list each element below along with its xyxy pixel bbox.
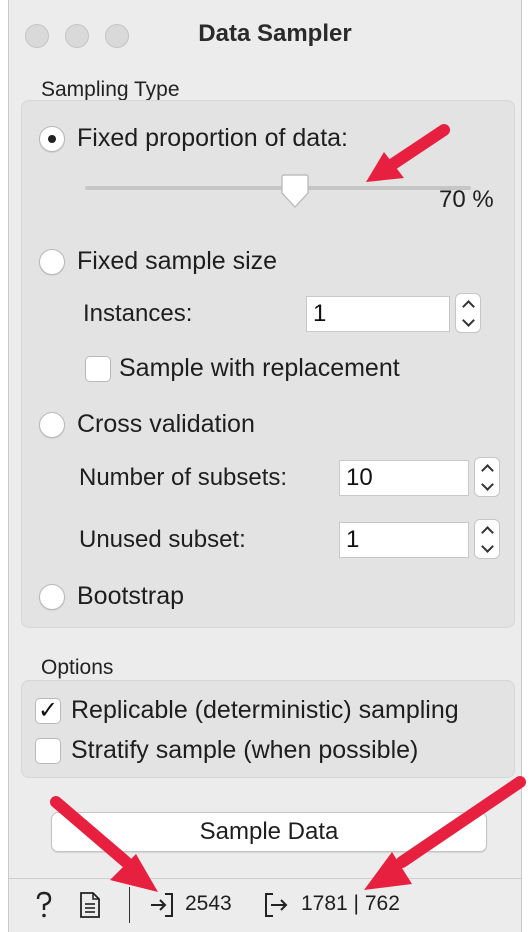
- stratify-checkbox[interactable]: [35, 738, 61, 764]
- number-of-subsets-input[interactable]: [339, 460, 469, 496]
- sample-with-replacement-label: Sample with replacement: [119, 354, 400, 382]
- window-title: Data Sampler: [198, 20, 352, 47]
- bootstrap-label: Bootstrap: [77, 582, 185, 610]
- replicable-checkbox[interactable]: ✓: [35, 698, 61, 724]
- input-data-icon: [151, 893, 173, 917]
- output-count: 1781 | 762: [301, 892, 400, 915]
- chevron-up-icon[interactable]: [475, 458, 499, 477]
- proportion-slider-thumb[interactable]: [280, 174, 310, 208]
- chevron-up-icon[interactable]: [475, 520, 499, 539]
- options-label: Options: [41, 656, 114, 679]
- unused-subset-stepper[interactable]: [474, 519, 500, 559]
- input-count: 2543: [185, 892, 232, 915]
- unused-subset-label: Unused subset:: [79, 526, 246, 553]
- output-data-icon: [265, 893, 288, 917]
- proportion-slider-track[interactable]: [85, 186, 471, 190]
- bootstrap-radio[interactable]: [39, 584, 65, 610]
- instances-input[interactable]: [306, 296, 450, 332]
- data-sampler-window: Data Sampler Sampling Type Fixed proport…: [8, 0, 522, 932]
- fixed-proportion-radio[interactable]: [39, 126, 65, 152]
- title-bar: Data Sampler: [9, 0, 521, 68]
- replicable-label: Replicable (deterministic) sampling: [71, 696, 459, 724]
- fixed-sample-size-radio[interactable]: [39, 249, 65, 275]
- unused-subset-input[interactable]: [339, 522, 469, 558]
- status-separator: [129, 887, 130, 923]
- chevron-down-icon[interactable]: [475, 539, 499, 558]
- proportion-value: 70 %: [439, 186, 494, 213]
- chevron-down-icon[interactable]: [456, 313, 480, 332]
- chevron-up-icon[interactable]: [456, 294, 480, 313]
- number-of-subsets-label: Number of subsets:: [79, 464, 288, 491]
- sampling-type-label: Sampling Type: [41, 78, 180, 101]
- document-icon[interactable]: [79, 891, 101, 919]
- cross-validation-label: Cross validation: [77, 410, 255, 438]
- sample-with-replacement-checkbox[interactable]: [85, 356, 111, 382]
- instances-stepper[interactable]: [455, 293, 481, 333]
- cross-validation-radio[interactable]: [39, 412, 65, 438]
- sample-data-button[interactable]: Sample Data: [51, 812, 487, 852]
- stratify-label: Stratify sample (when possible): [71, 736, 419, 764]
- question-icon[interactable]: [33, 891, 55, 919]
- chevron-down-icon[interactable]: [475, 477, 499, 496]
- status-bar: 2543 1781 | 762: [9, 878, 521, 932]
- instances-label: Instances:: [83, 300, 193, 327]
- number-of-subsets-stepper[interactable]: [474, 457, 500, 497]
- fixed-sample-size-label: Fixed sample size: [77, 247, 278, 275]
- fixed-proportion-label: Fixed proportion of data:: [77, 124, 348, 152]
